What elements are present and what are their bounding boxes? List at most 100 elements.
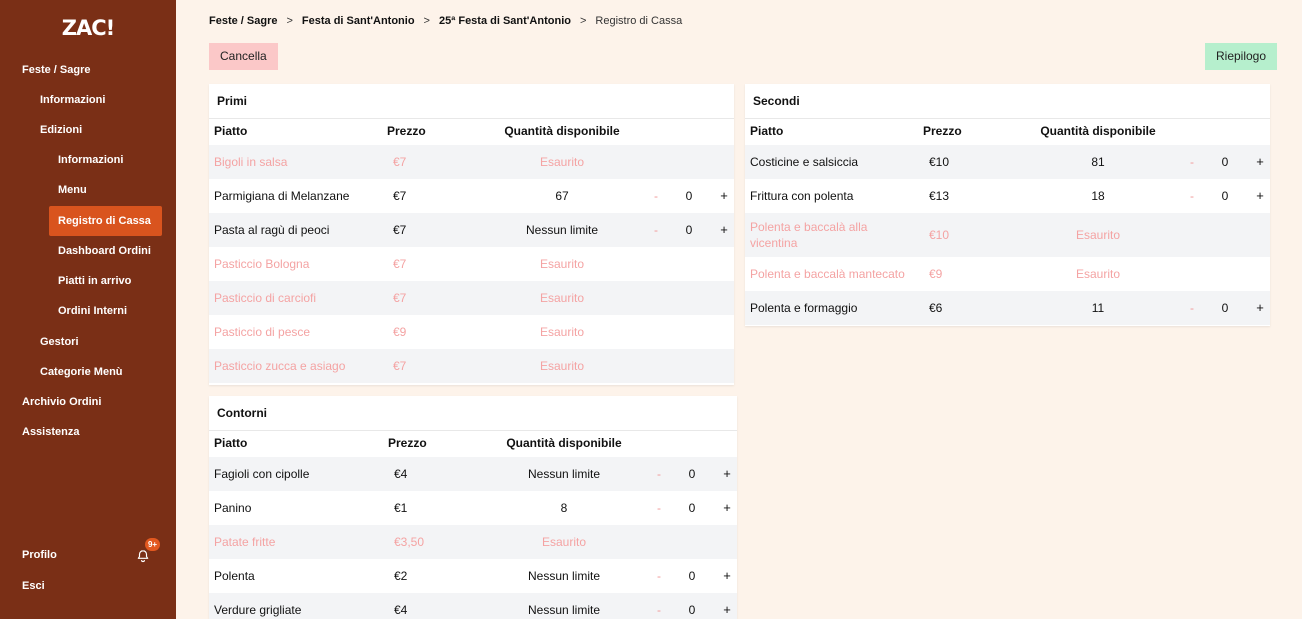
section-card-contorni: Contorni Piatto Prezzo Quantità disponib…	[209, 396, 737, 619]
section-title: Primi	[217, 94, 248, 108]
divider	[209, 430, 737, 431]
available-quantity: 81	[1091, 155, 1105, 169]
dish-name: Frittura con polenta	[750, 189, 854, 203]
increment-button[interactable]: +	[720, 593, 734, 619]
available-quantity: Esaurito	[1075, 228, 1121, 242]
dish-name: Costicine e salsiccia	[750, 155, 859, 169]
available-quantity: Nessun limite	[527, 467, 601, 481]
nav-assistenza[interactable]: Assistenza	[22, 417, 79, 447]
dish-name: Panino	[214, 501, 252, 515]
table-row: Fagioli con cipolle €4 Nessun limite - 0 +	[209, 457, 737, 491]
nav-gestori[interactable]: Gestori	[40, 327, 79, 357]
dish-name: Pasticcio di carciofi	[214, 291, 317, 305]
breadcrumb-separator: >	[286, 15, 293, 27]
nav-menu[interactable]: Menu	[58, 175, 87, 205]
table-row: Pasta al ragù di peoci €7 Nessun limite - 0 +	[209, 213, 734, 247]
dish-name: Patate fritte	[214, 535, 276, 549]
dish-price: €10	[929, 228, 950, 242]
table-row: Pasticcio Bologna €7 Esaurito	[209, 247, 734, 281]
breadcrumb-item[interactable]: 25ª Festa di Sant'Antonio	[439, 15, 571, 27]
available-quantity: Esaurito	[539, 291, 585, 305]
column-header-price: Prezzo	[387, 124, 426, 138]
order-count: 0	[685, 189, 693, 203]
nav-edizioni[interactable]: Edizioni	[40, 115, 82, 145]
breadcrumb-item[interactable]: Festa di Sant'Antonio	[302, 15, 415, 27]
bell-icon[interactable]	[136, 549, 150, 563]
nav-edizione-informazioni[interactable]: Informazioni	[58, 145, 123, 175]
nav-categorie-menu[interactable]: Categorie Menù	[40, 357, 123, 387]
breadcrumb-separator: >	[423, 15, 430, 27]
increment-button[interactable]: +	[717, 213, 731, 247]
increment-button[interactable]: +	[720, 491, 734, 525]
dish-name: Fagioli con cipolle	[214, 467, 310, 481]
increment-button[interactable]: +	[717, 179, 731, 213]
dish-price: €7	[393, 257, 407, 271]
sidebar: ZAC! Feste / Sagre Informazioni Edizioni…	[0, 0, 176, 619]
available-quantity: Nessun limite	[527, 603, 601, 617]
decrement-button[interactable]: -	[652, 491, 666, 525]
available-quantity: Nessun limite	[527, 569, 601, 583]
increment-button[interactable]: +	[720, 559, 734, 593]
available-quantity: 67	[555, 189, 569, 203]
decrement-button[interactable]: -	[652, 457, 666, 491]
dish-name: Polenta	[214, 569, 255, 583]
decrement-button[interactable]: -	[652, 559, 666, 593]
table-row: Polenta e baccalà alla vicentina €10 Esaur…	[745, 213, 1270, 257]
available-quantity: 18	[1091, 189, 1105, 203]
nav-piatti-in-arrivo[interactable]: Piatti in arrivo	[58, 266, 131, 296]
dish-price: €7	[393, 155, 407, 169]
order-count: 0	[1221, 189, 1229, 203]
breadcrumb-current: Registro di Cassa	[595, 15, 683, 27]
order-count: 0	[1221, 301, 1229, 315]
increment-button[interactable]: +	[720, 457, 734, 491]
column-header-available: Quantità disponibile	[506, 436, 622, 450]
nav-ordini-interni[interactable]: Ordini Interni	[58, 296, 127, 326]
order-count: 0	[1221, 155, 1229, 169]
nav-archivio-ordini[interactable]: Archivio Ordini	[22, 387, 101, 417]
dish-name: Pasticcio di pesce	[214, 325, 311, 339]
decrement-button[interactable]: -	[649, 179, 663, 213]
table-row: Frittura con polenta €13 18 - 0 +	[745, 179, 1270, 213]
nav-registro-di-cassa[interactable]: Registro di Cassa	[49, 206, 162, 236]
dish-price: €6	[929, 301, 943, 315]
nav-dashboard-ordini[interactable]: Dashboard Ordini	[58, 236, 151, 266]
order-count: 0	[688, 467, 696, 481]
nav-informazioni[interactable]: Informazioni	[40, 85, 105, 115]
table-row: Verdure grigliate €4 Nessun limite - 0 +	[209, 593, 737, 619]
section-title: Contorni	[217, 406, 267, 420]
dish-price: €7	[393, 359, 407, 373]
cancel-button[interactable]: Cancella	[209, 43, 278, 70]
available-quantity: 8	[560, 501, 568, 515]
dish-price: €7	[393, 223, 407, 237]
table-row: Pasticcio di pesce €9 Esaurito	[209, 315, 734, 349]
summary-button[interactable]: Riepilogo	[1205, 43, 1278, 70]
breadcrumb-item[interactable]: Feste / Sagre	[209, 15, 277, 27]
dish-name: Pasta al ragù di peoci	[214, 223, 330, 237]
increment-button[interactable]: +	[1253, 145, 1267, 179]
section-card-secondi: Secondi Piatto Prezzo Quantità disponibi…	[745, 84, 1270, 326]
available-quantity: Esaurito	[539, 155, 585, 169]
decrement-button[interactable]: -	[1185, 145, 1199, 179]
table-row: Pasticcio di carciofi €7 Esaurito	[209, 281, 734, 315]
decrement-button[interactable]: -	[1185, 179, 1199, 213]
dish-price: €2	[394, 569, 408, 583]
increment-button[interactable]: +	[1253, 291, 1267, 325]
column-header-price: Prezzo	[923, 124, 962, 138]
section-card-primi: Primi Piatto Prezzo Quantità disponibile…	[209, 84, 734, 385]
nav-esci[interactable]: Esci	[22, 571, 45, 601]
decrement-button[interactable]: -	[649, 213, 663, 247]
table-row: Panino €1 8 - 0 +	[209, 491, 737, 525]
increment-button[interactable]: +	[1253, 179, 1267, 213]
table-row: Pasticcio zucca e asiago €7 Esaurito	[209, 349, 734, 383]
nav-feste-sagre[interactable]: Feste / Sagre	[22, 55, 90, 85]
section-title: Secondi	[753, 94, 800, 108]
decrement-button[interactable]: -	[1185, 291, 1199, 325]
breadcrumb: Feste / Sagre > Festa di Sant'Antonio >25ª …	[209, 15, 682, 27]
dish-price: €9	[929, 267, 943, 281]
dish-price: €4	[394, 603, 408, 617]
dish-name: Polenta e baccalà alla vicentina	[750, 220, 868, 250]
dish-price: €4	[394, 467, 408, 481]
divider	[745, 118, 1270, 119]
decrement-button[interactable]: -	[652, 593, 666, 619]
nav-profilo[interactable]: Profilo	[22, 540, 57, 570]
